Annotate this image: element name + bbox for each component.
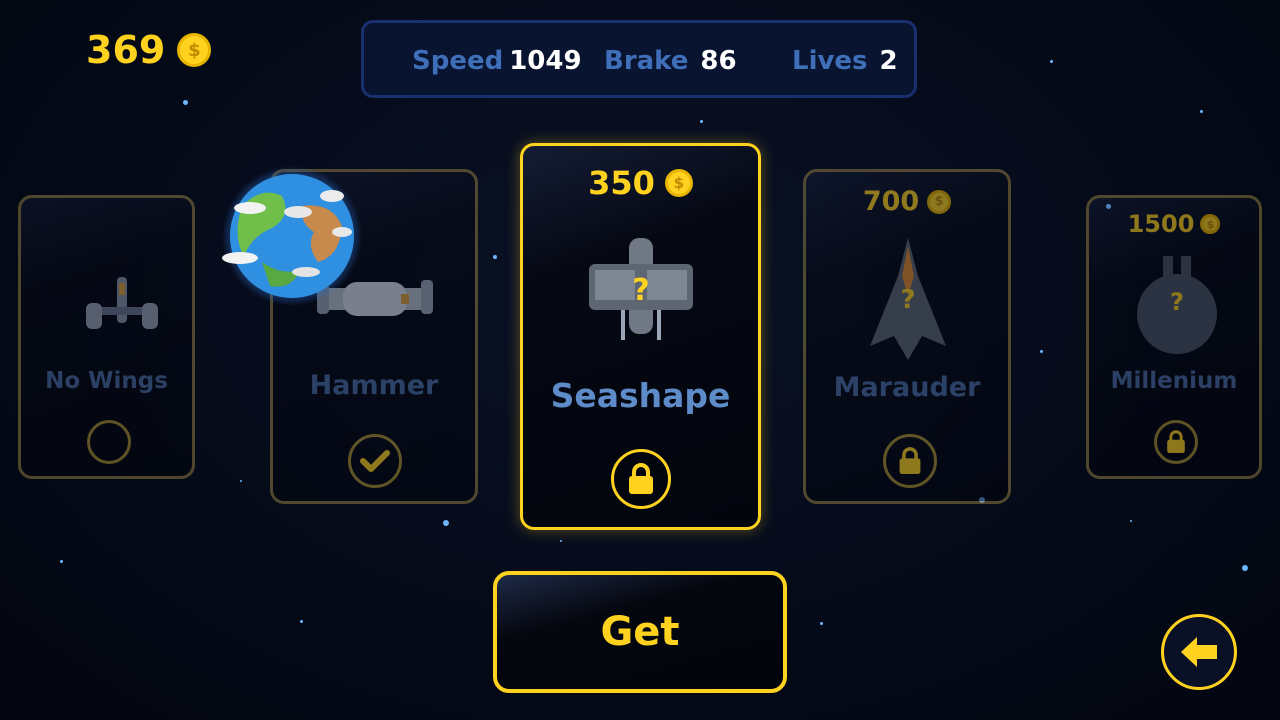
marauder-ship-icon: ? <box>870 238 946 360</box>
star <box>183 100 188 105</box>
brake-stat: Brake 86 <box>604 45 737 77</box>
seashape-ship-icon: ? <box>589 238 693 340</box>
planet-decoration <box>222 166 362 306</box>
ship-name: Seashape <box>550 376 731 415</box>
back-arrow-icon <box>1181 637 1217 667</box>
coin-icon: $ <box>177 33 212 67</box>
star <box>1242 565 1248 571</box>
ship-price-value: 1500 <box>1127 210 1195 238</box>
coin-icon: $ <box>927 189 952 214</box>
ship-card-seashape[interactable]: 350 $ ? Seashape <box>520 143 761 530</box>
checkmark-icon <box>360 450 390 472</box>
star <box>1040 350 1043 353</box>
coin-icon: $ <box>664 169 693 197</box>
ship-name: No Wings <box>45 368 168 394</box>
ship-stats-panel: Speed 1049 Brake 86 Lives 2 <box>361 20 917 98</box>
star <box>240 480 242 482</box>
unknown-mark: ? <box>632 273 649 308</box>
owned-indicator <box>348 434 402 488</box>
get-button[interactable]: Get <box>493 571 787 693</box>
coin-icon: $ <box>1200 214 1221 234</box>
ship-name: Marauder <box>833 372 981 403</box>
ship-card-marauder[interactable]: 700 $ ? Marauder <box>803 169 1011 504</box>
lock-icon <box>899 447 921 474</box>
star <box>820 622 823 625</box>
back-button[interactable] <box>1161 614 1237 690</box>
ship-card-millenium[interactable]: 1500 $ ? Millenium <box>1086 195 1262 479</box>
ship-name: Hammer <box>309 370 439 401</box>
unknown-mark: ? <box>1170 288 1184 316</box>
brake-value: 86 <box>700 46 737 76</box>
lives-label: Lives <box>792 46 868 76</box>
lock-icon <box>1167 430 1185 453</box>
ship-price-value: 350 <box>588 164 655 202</box>
star <box>493 255 497 259</box>
coin-balance: 369 $ <box>86 28 212 72</box>
star <box>1130 520 1132 522</box>
brake-label: Brake <box>604 46 689 76</box>
locked-indicator <box>1154 420 1198 464</box>
star <box>700 120 703 123</box>
star <box>300 620 303 623</box>
ship-price-value: 700 <box>862 186 920 217</box>
coin-balance-value: 369 <box>86 28 166 72</box>
unknown-mark: ? <box>900 285 915 315</box>
unselected-indicator <box>87 420 131 464</box>
ship-price: 700 $ <box>806 186 1008 217</box>
no-wings-ship-icon <box>86 277 158 329</box>
star <box>443 520 449 526</box>
star <box>60 560 63 563</box>
ship-name: Millenium <box>1110 368 1238 394</box>
lives-stat: Lives 2 <box>792 45 898 77</box>
star <box>1050 60 1053 63</box>
millenium-ship-icon: ? <box>1137 256 1217 354</box>
star <box>1200 110 1203 113</box>
locked-indicator <box>883 434 937 488</box>
speed-label: Speed <box>412 46 504 76</box>
lives-value: 2 <box>879 46 898 76</box>
ship-price: 350 $ <box>523 164 758 202</box>
speed-value: 1049 <box>509 46 582 76</box>
ship-card-no-wings[interactable]: No Wings <box>18 195 195 479</box>
lock-icon <box>629 463 653 494</box>
get-button-label: Get <box>600 609 680 655</box>
speed-stat: Speed 1049 <box>412 45 582 77</box>
star <box>560 540 562 542</box>
locked-indicator <box>611 449 671 509</box>
ship-price: 1500 $ <box>1089 210 1259 238</box>
